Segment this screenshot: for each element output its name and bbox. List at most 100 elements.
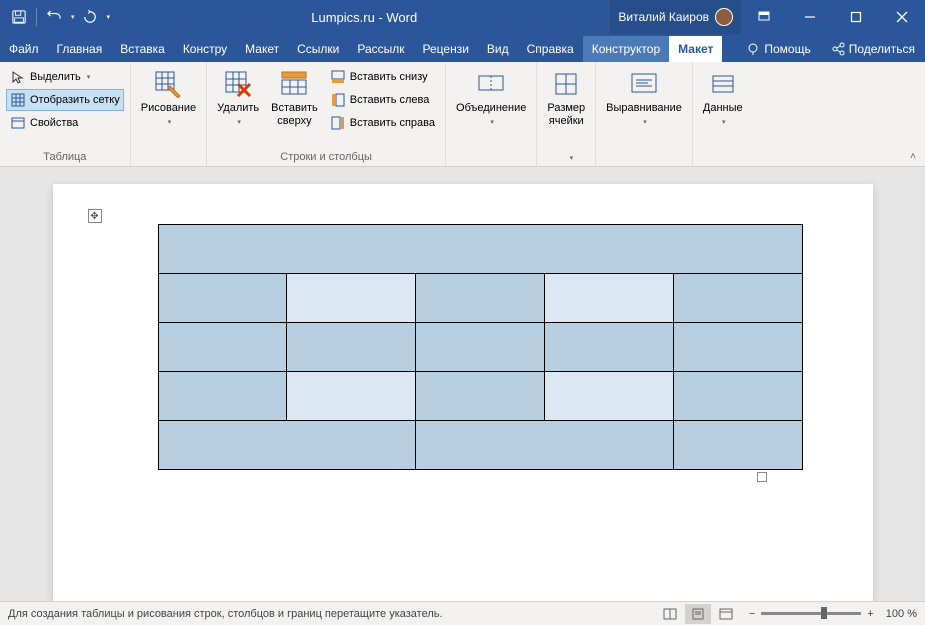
ribbon: Выделить▾ Отобразить сетку Свойства Табл… [0, 62, 925, 167]
print-layout-button[interactable] [685, 604, 711, 624]
insert-right-button[interactable]: Вставить справа [326, 112, 439, 134]
tab-table-design[interactable]: Конструктор [583, 36, 669, 62]
table-cell[interactable] [158, 421, 416, 470]
minimize-button[interactable] [787, 0, 833, 34]
view-gridlines-button[interactable]: Отобразить сетку [6, 89, 124, 111]
tab-file[interactable]: Файл [0, 36, 48, 62]
window-title: Lumpics.ru - Word [118, 10, 610, 25]
user-account[interactable]: Виталий Каиров [610, 0, 741, 34]
web-layout-button[interactable] [713, 604, 739, 624]
collapse-ribbon-button[interactable]: ˄ [905, 148, 921, 164]
merge-cells-icon [475, 68, 507, 100]
table-cell[interactable] [416, 421, 674, 470]
tab-design[interactable]: Констру [174, 36, 236, 62]
table-cell[interactable] [544, 274, 673, 323]
user-avatar-icon [715, 8, 733, 26]
table-cell[interactable] [416, 372, 545, 421]
data-icon [707, 68, 739, 100]
table-cell[interactable] [287, 323, 416, 372]
share-button[interactable]: Поделиться [821, 36, 925, 62]
tab-layout[interactable]: Макет [236, 36, 288, 62]
select-button[interactable]: Выделить▾ [6, 66, 124, 88]
zoom-controls: − + 100 % [749, 608, 917, 620]
tell-me-button[interactable]: Помощь [736, 36, 820, 62]
status-hint: Для создания таблицы и рисования строк, … [8, 608, 657, 620]
insert-row-below-icon [330, 69, 346, 85]
ribbon-options-button[interactable] [741, 0, 787, 34]
title-bar: ▾ ▾ Lumpics.ru - Word Виталий Каиров [0, 0, 925, 34]
cursor-icon [10, 69, 26, 85]
delete-button[interactable]: Удалить▾ [211, 64, 265, 131]
properties-icon [10, 115, 26, 131]
table-cell[interactable] [544, 323, 673, 372]
alignment-icon [628, 68, 660, 100]
group-label-table: Таблица [4, 149, 126, 166]
insert-below-button[interactable]: Вставить снизу [326, 66, 439, 88]
insert-row-above-icon [278, 68, 310, 100]
ribbon-group-table: Выделить▾ Отобразить сетку Свойства Табл… [0, 62, 131, 166]
insert-above-button[interactable]: Вставить сверху [265, 64, 324, 130]
tab-insert[interactable]: Вставка [111, 36, 174, 62]
zoom-in-button[interactable]: + [867, 608, 873, 620]
table-move-handle[interactable]: ✥ [88, 209, 102, 223]
table-cell[interactable] [287, 372, 416, 421]
table-cell[interactable] [544, 372, 673, 421]
tab-review[interactable]: Рецензи [414, 36, 478, 62]
tab-table-layout[interactable]: Макет [669, 36, 722, 62]
user-name: Виталий Каиров [618, 10, 709, 24]
undo-dropdown-icon[interactable]: ▾ [71, 13, 75, 21]
tab-references[interactable]: Ссылки [288, 36, 348, 62]
alignment-button[interactable]: Выравнивание▾ [600, 64, 688, 131]
read-mode-button[interactable] [657, 604, 683, 624]
close-button[interactable] [879, 0, 925, 34]
undo-button[interactable] [43, 6, 65, 28]
table-cell[interactable] [416, 323, 545, 372]
table-cell[interactable] [158, 225, 802, 274]
tab-mailings[interactable]: Рассылк [348, 36, 413, 62]
group-label-rows-cols: Строки и столбцы [211, 149, 441, 166]
ribbon-group-cell-size: Размер ячейки ▾ [537, 62, 596, 166]
page[interactable]: ✥ [53, 184, 873, 601]
draw-table-button[interactable]: Рисование▾ [135, 64, 202, 131]
table-cell[interactable] [158, 274, 287, 323]
share-icon [831, 42, 845, 56]
view-mode-buttons [657, 604, 739, 624]
maximize-button[interactable] [833, 0, 879, 34]
merge-button[interactable]: Объединение▾ [450, 64, 532, 131]
cell-size-icon [550, 68, 582, 100]
tab-help[interactable]: Справка [518, 36, 583, 62]
zoom-out-button[interactable]: − [749, 608, 755, 620]
ribbon-group-alignment: Выравнивание▾ [596, 62, 693, 166]
zoom-level[interactable]: 100 % [886, 608, 917, 620]
table-cell[interactable] [673, 274, 802, 323]
ribbon-group-data: Данные▾ [693, 62, 753, 166]
quick-access-toolbar: ▾ ▾ [0, 6, 118, 28]
cell-size-button[interactable]: Размер ячейки [541, 64, 591, 130]
insert-col-left-icon [330, 92, 346, 108]
ribbon-tabs: Файл Главная Вставка Констру Макет Ссылк… [0, 34, 925, 62]
grid-icon [10, 92, 26, 108]
document-table[interactable] [158, 224, 803, 470]
redo-button[interactable] [79, 6, 101, 28]
document-area: ✥ [0, 167, 925, 601]
save-button[interactable] [8, 6, 30, 28]
tab-view[interactable]: Вид [478, 36, 518, 62]
table-cell[interactable] [158, 323, 287, 372]
table-cell[interactable] [673, 372, 802, 421]
pencil-icon [152, 68, 184, 100]
ribbon-group-merge: Объединение▾ [446, 62, 537, 166]
tab-home[interactable]: Главная [48, 36, 112, 62]
properties-button[interactable]: Свойства [6, 112, 124, 134]
qat-customize-icon[interactable]: ▾ [107, 13, 111, 21]
table-cell[interactable] [287, 274, 416, 323]
table-cell[interactable] [673, 323, 802, 372]
insert-left-button[interactable]: Вставить слева [326, 89, 439, 111]
data-button[interactable]: Данные▾ [697, 64, 749, 131]
table-cell[interactable] [673, 421, 802, 470]
lightbulb-icon [746, 42, 760, 56]
ribbon-group-draw: Рисование▾ [131, 62, 207, 166]
zoom-slider[interactable] [761, 612, 861, 615]
table-cell[interactable] [416, 274, 545, 323]
table-cell[interactable] [158, 372, 287, 421]
table-resize-handle[interactable] [757, 472, 767, 482]
